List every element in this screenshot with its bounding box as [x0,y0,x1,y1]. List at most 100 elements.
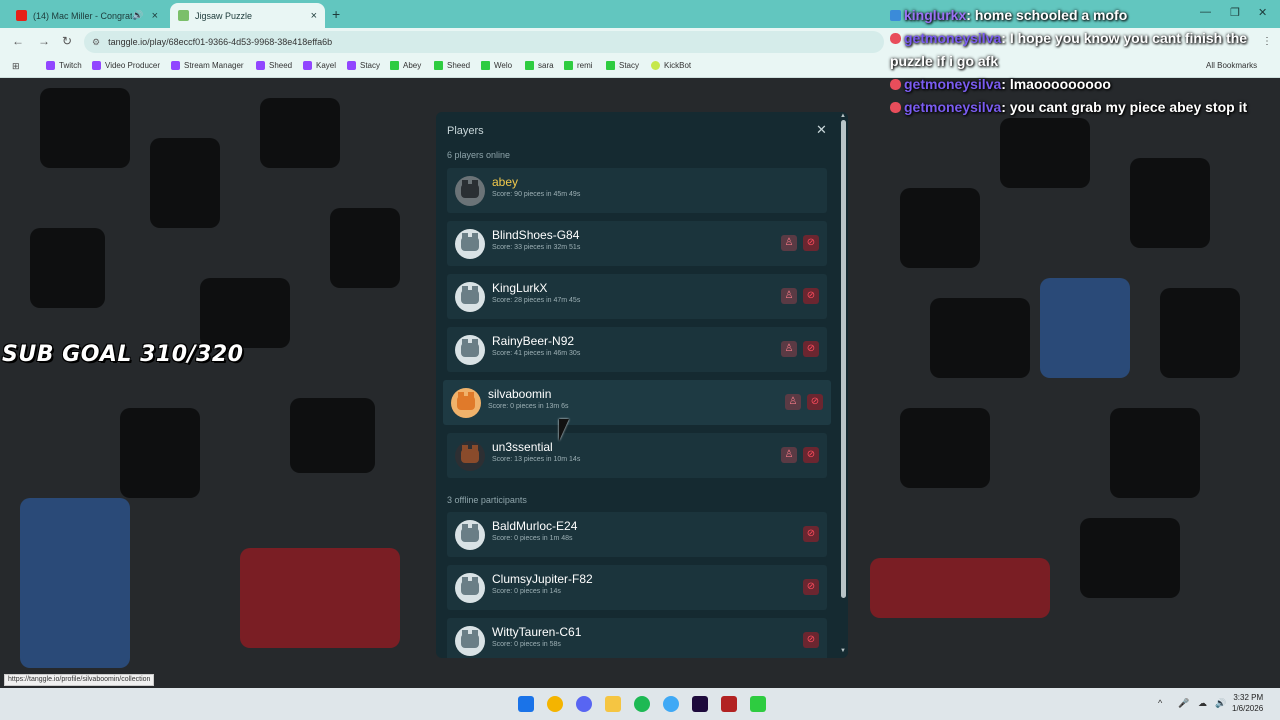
site-info-icon[interactable]: ⚙ [92,37,100,48]
ban-player-icon[interactable]: ⊘ [803,447,819,463]
tab-jigsaw[interactable]: Jigsaw Puzzle × [170,3,325,28]
player-row-wittytauren[interactable]: WittyTauren-C61 Score: 0 pieces in 58s ⊘ [447,618,827,658]
windows-start-icon[interactable] [518,696,534,712]
puzzle-piece[interactable] [1110,408,1200,498]
player-name[interactable]: ClumsyJupiter-F82 [492,572,593,586]
ban-player-icon[interactable]: ⊘ [803,341,819,357]
puzzle-piece[interactable] [1000,118,1090,188]
puzzle-piece[interactable] [30,228,105,308]
puzzle-piece[interactable] [1080,518,1180,598]
apps-icon[interactable]: ⊞ [12,61,20,72]
bookmark-welo[interactable]: Welo [481,61,512,70]
ban-player-icon[interactable]: ⊘ [803,526,819,542]
player-name[interactable]: BaldMurloc-E24 [492,519,577,533]
puzzle-piece[interactable] [40,88,130,168]
bookmark-stream-manager[interactable]: Stream Manager [171,61,244,70]
player-row-clumsyjupiter[interactable]: ClumsyJupiter-F82 Score: 0 pieces in 14s… [447,565,827,610]
bookmark-abey[interactable]: Abey [390,61,421,70]
puzzle-piece[interactable] [120,408,200,498]
player-name[interactable]: RainyBeer-N92 [492,334,574,348]
ban-player-icon[interactable]: ⊘ [803,235,819,251]
puzzle-piece[interactable] [870,558,1050,618]
player-row-rainybeer[interactable]: RainyBeer-N92 Score: 41 pieces in 46m 30… [447,327,827,372]
player-row-baldmurloc[interactable]: BaldMurloc-E24 Score: 0 pieces in 1m 48s… [447,512,827,557]
scroll-up-icon[interactable]: ▲ [840,113,846,119]
tab-youtube[interactable]: (14) Mac Miller - Congratul 🔊 × [8,3,166,28]
kick-player-icon[interactable]: ♙ [781,288,797,304]
player-name[interactable]: silvaboomin [488,387,551,401]
recording-app-icon[interactable] [721,696,737,712]
player-row-blindshoes[interactable]: BlindShoes-G84 Score: 33 pieces in 32m 5… [447,221,827,266]
puzzle-piece[interactable] [930,298,1030,378]
bookmark-sheed-kick[interactable]: Sheed [434,61,470,70]
puzzle-piece[interactable] [1130,158,1210,248]
puzzle-piece[interactable] [290,398,375,473]
photos-icon[interactable] [663,696,679,712]
player-row-kinglurkx[interactable]: KingLurkX Score: 28 pieces in 47m 45s ♙ … [447,274,827,319]
player-name[interactable]: KingLurkX [492,281,547,295]
puzzle-piece[interactable] [330,208,400,288]
discord-icon[interactable] [576,696,592,712]
bookmark-twitch[interactable]: Twitch [46,61,82,70]
close-tab-icon[interactable]: × [311,10,317,22]
forward-icon[interactable]: → [38,34,50,48]
wifi-icon[interactable]: ☁ [1198,698,1207,709]
ban-player-icon[interactable]: ⊘ [803,579,819,595]
back-icon[interactable]: ← [12,34,24,48]
bookmark-remi[interactable]: remi [564,61,593,70]
kick-app-icon[interactable] [750,696,766,712]
close-tab-icon[interactable]: × [152,10,158,22]
speaker-icon[interactable]: 🔊 [132,10,143,21]
player-name[interactable]: un3ssential [492,440,553,454]
player-name[interactable]: WittyTauren-C61 [492,625,581,639]
kick-player-icon[interactable]: ♙ [781,341,797,357]
bookmark-kayel[interactable]: Kayel [303,61,336,70]
bookmark-stacy-kick[interactable]: Stacy [606,61,639,70]
puzzle-piece[interactable] [900,188,980,268]
puzzle-piece[interactable] [150,138,220,228]
player-score: Score: 0 pieces in 1m 48s [492,535,573,542]
heart-badge-icon [890,79,901,90]
bookmark-stacy[interactable]: Stacy [347,61,380,70]
reload-icon[interactable]: ↻ [62,34,72,48]
file-explorer-icon[interactable] [605,696,621,712]
spotify-icon[interactable] [634,696,650,712]
new-tab-button[interactable]: + [332,6,340,22]
bookmark-kickbot[interactable]: KickBot [651,61,691,70]
puzzle-piece[interactable] [240,548,400,648]
chrome-icon[interactable] [547,696,563,712]
twitch-icon [256,61,265,70]
ban-player-icon[interactable]: ⊘ [803,288,819,304]
puzzle-piece[interactable] [20,498,130,668]
player-name[interactable]: BlindShoes-G84 [492,228,579,242]
kick-player-icon[interactable]: ♙ [785,394,801,410]
player-row-silvaboomin[interactable]: silvaboomin Score: 0 pieces in 13m 6s ♙ … [443,380,831,425]
address-bar[interactable]: ⚙ tanggle.io/play/68eccf01-9366-4d53-996… [84,31,884,53]
ban-player-icon[interactable]: ⊘ [807,394,823,410]
volume-icon[interactable]: 🔊 [1215,698,1226,709]
player-row-un3ssential[interactable]: un3ssential Score: 13 pieces in 10m 14s … [447,433,827,478]
ban-player-icon[interactable]: ⊘ [803,632,819,648]
kick-player-icon[interactable]: ♙ [781,447,797,463]
twitch-icon [347,61,356,70]
scroll-down-icon[interactable]: ▼ [840,648,846,654]
puzzle-piece[interactable] [900,408,990,488]
player-name[interactable]: abey [492,175,518,189]
kick-player-icon[interactable]: ♙ [781,235,797,251]
puzzle-piece[interactable] [1160,288,1240,378]
tray-overflow-icon[interactable]: ^ [1158,698,1162,708]
system-clock[interactable]: 3:32 PM 1/6/2026 [1232,692,1263,714]
bookmark-sara[interactable]: sara [525,61,554,70]
scrollbar-thumb[interactable] [841,120,846,598]
heart-badge-icon [890,33,901,44]
puzzle-piece[interactable] [260,98,340,168]
player-score: Score: 28 pieces in 47m 45s [492,297,581,304]
premiere-icon[interactable] [692,696,708,712]
bookmark-video-producer[interactable]: Video Producer [92,61,160,70]
puzzle-piece[interactable] [200,278,290,348]
player-row-abey[interactable]: abey Score: 90 pieces in 45m 49s [447,168,827,213]
close-icon[interactable]: ✕ [816,122,827,138]
bookmark-sheed[interactable]: Sheed [256,61,292,70]
puzzle-piece[interactable] [1040,278,1130,378]
microphone-icon[interactable]: 🎤 [1178,698,1189,709]
